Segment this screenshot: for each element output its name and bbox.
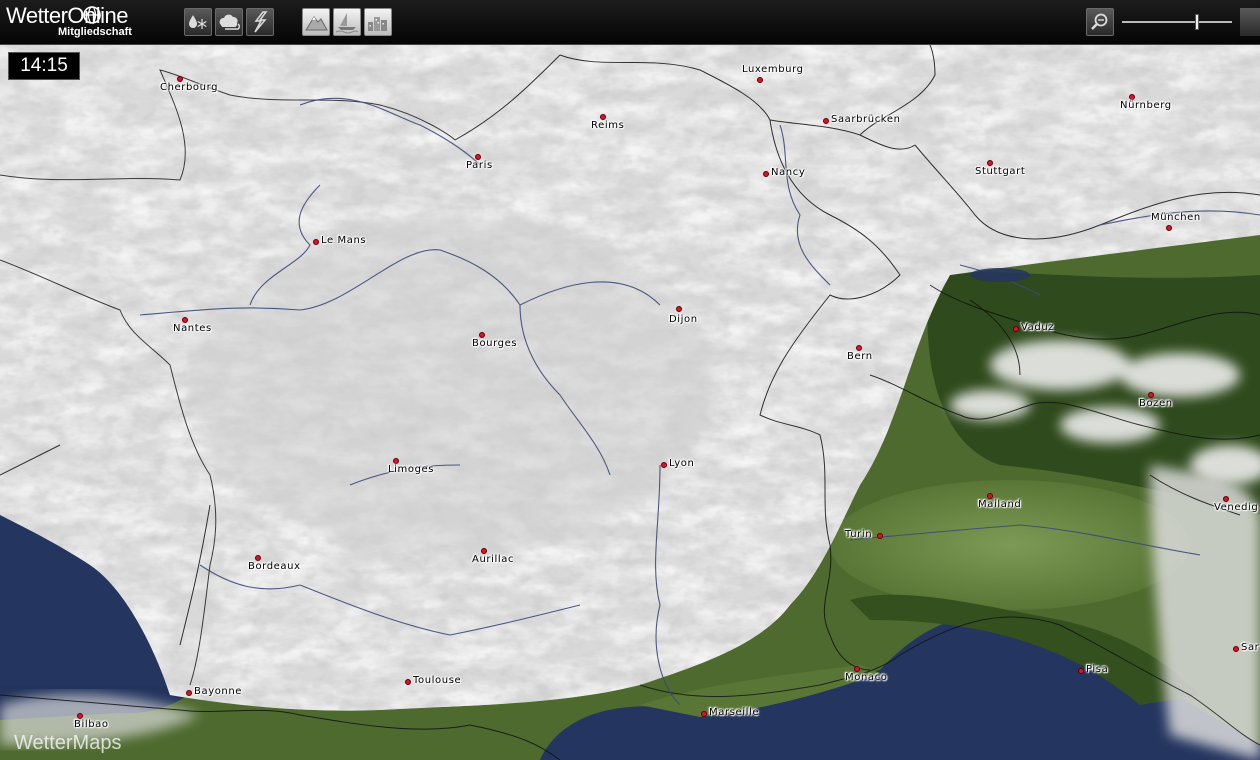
zoom-slider[interactable] (1122, 14, 1232, 30)
magnifier-icon (1091, 13, 1108, 30)
mountain-icon (305, 16, 328, 31)
city-label: Sar (1241, 642, 1260, 653)
city-dot[interactable] (186, 690, 192, 696)
city-label: Bozen (1139, 398, 1173, 409)
city-dot[interactable] (313, 239, 319, 245)
city-label: Dijon (669, 314, 698, 325)
logo-subtitle: Mitgliedschaft (58, 26, 132, 38)
city-label: Bourges (472, 338, 518, 349)
terrain-view-button[interactable] (302, 8, 330, 36)
lake-constance (970, 268, 1030, 282)
city-label: Cherbourg (160, 82, 219, 93)
city-dot[interactable] (877, 533, 883, 539)
city-label: München (1151, 212, 1201, 223)
city-label: Nürnberg (1120, 100, 1172, 111)
wettermaps-watermark: WetterMaps (14, 732, 122, 754)
city-dot[interactable] (1166, 225, 1172, 231)
city-label: Toulouse (413, 675, 462, 686)
city-dot[interactable] (701, 711, 707, 717)
city-label: Saarbrücken (831, 114, 901, 125)
city-label: Nantes (173, 323, 212, 334)
city-label: Le Mans (321, 235, 367, 246)
city-label: Stuttgart (975, 166, 1026, 177)
city-dot[interactable] (405, 679, 411, 685)
cloud-smooth-area (190, 215, 710, 555)
globe-icon (83, 6, 101, 24)
ship-icon (335, 13, 359, 34)
wetteronline-logo[interactable]: WetterOnline Mitgliedschaft (6, 3, 156, 41)
city-label: Bayonne (194, 686, 243, 697)
lightning-layer-button[interactable] (246, 8, 274, 36)
city-label: Mailand (978, 499, 1022, 510)
time-display: 14:15 (8, 52, 80, 80)
zoom-slider-handle[interactable] (1195, 14, 1199, 30)
sea-view-button[interactable] (333, 8, 361, 36)
toolbar: WetterOnline Mitgliedschaft (0, 0, 1260, 45)
cloud-icon (219, 14, 240, 30)
city-label: Bilbao (74, 719, 109, 730)
city-label: Aurillac (472, 554, 515, 565)
city-label: Marseille (709, 707, 760, 718)
city-label: Luxemburg (742, 64, 804, 75)
precipitation-layer-button[interactable] (184, 8, 212, 36)
city-label: Lyon (669, 458, 695, 469)
city-view-button[interactable] (364, 8, 392, 36)
city-dot[interactable] (763, 171, 769, 177)
city-dot[interactable] (661, 462, 667, 468)
city-label: Pisa (1086, 664, 1109, 675)
city-label: Vaduz (1021, 322, 1055, 333)
zoom-out-button[interactable] (1086, 8, 1114, 36)
city-label: Bordeaux (248, 561, 301, 572)
toolbar-edge-button[interactable] (1240, 8, 1260, 36)
lightning-icon (254, 11, 268, 33)
weather-map-app: WetterOnline Mitgliedschaft 14:15 Cherbo… (0, 0, 1260, 760)
city-label: Monaco (845, 672, 888, 683)
city-dot[interactable] (676, 306, 682, 312)
city-label: Nancy (771, 167, 806, 178)
satellite-map[interactable] (0, 45, 1260, 760)
city-dot[interactable] (1233, 646, 1239, 652)
city-label: Bern (847, 351, 873, 362)
city-label: Limoges (388, 464, 435, 475)
cloud-layer-button[interactable] (215, 8, 243, 36)
city-icon (368, 17, 387, 31)
city-dot[interactable] (1013, 326, 1019, 332)
zoom-slider-track[interactable] (1122, 21, 1232, 23)
city-label: Reims (591, 120, 625, 131)
city-label: Turin (845, 529, 873, 540)
map-canvas (0, 45, 1260, 760)
city-label: Paris (466, 160, 493, 171)
city-dot[interactable] (757, 77, 763, 83)
city-label: Venedig (1214, 502, 1259, 513)
city-dot[interactable] (823, 118, 829, 124)
city-dot[interactable] (1078, 668, 1084, 674)
raindrop-snowflake-icon (189, 15, 207, 29)
